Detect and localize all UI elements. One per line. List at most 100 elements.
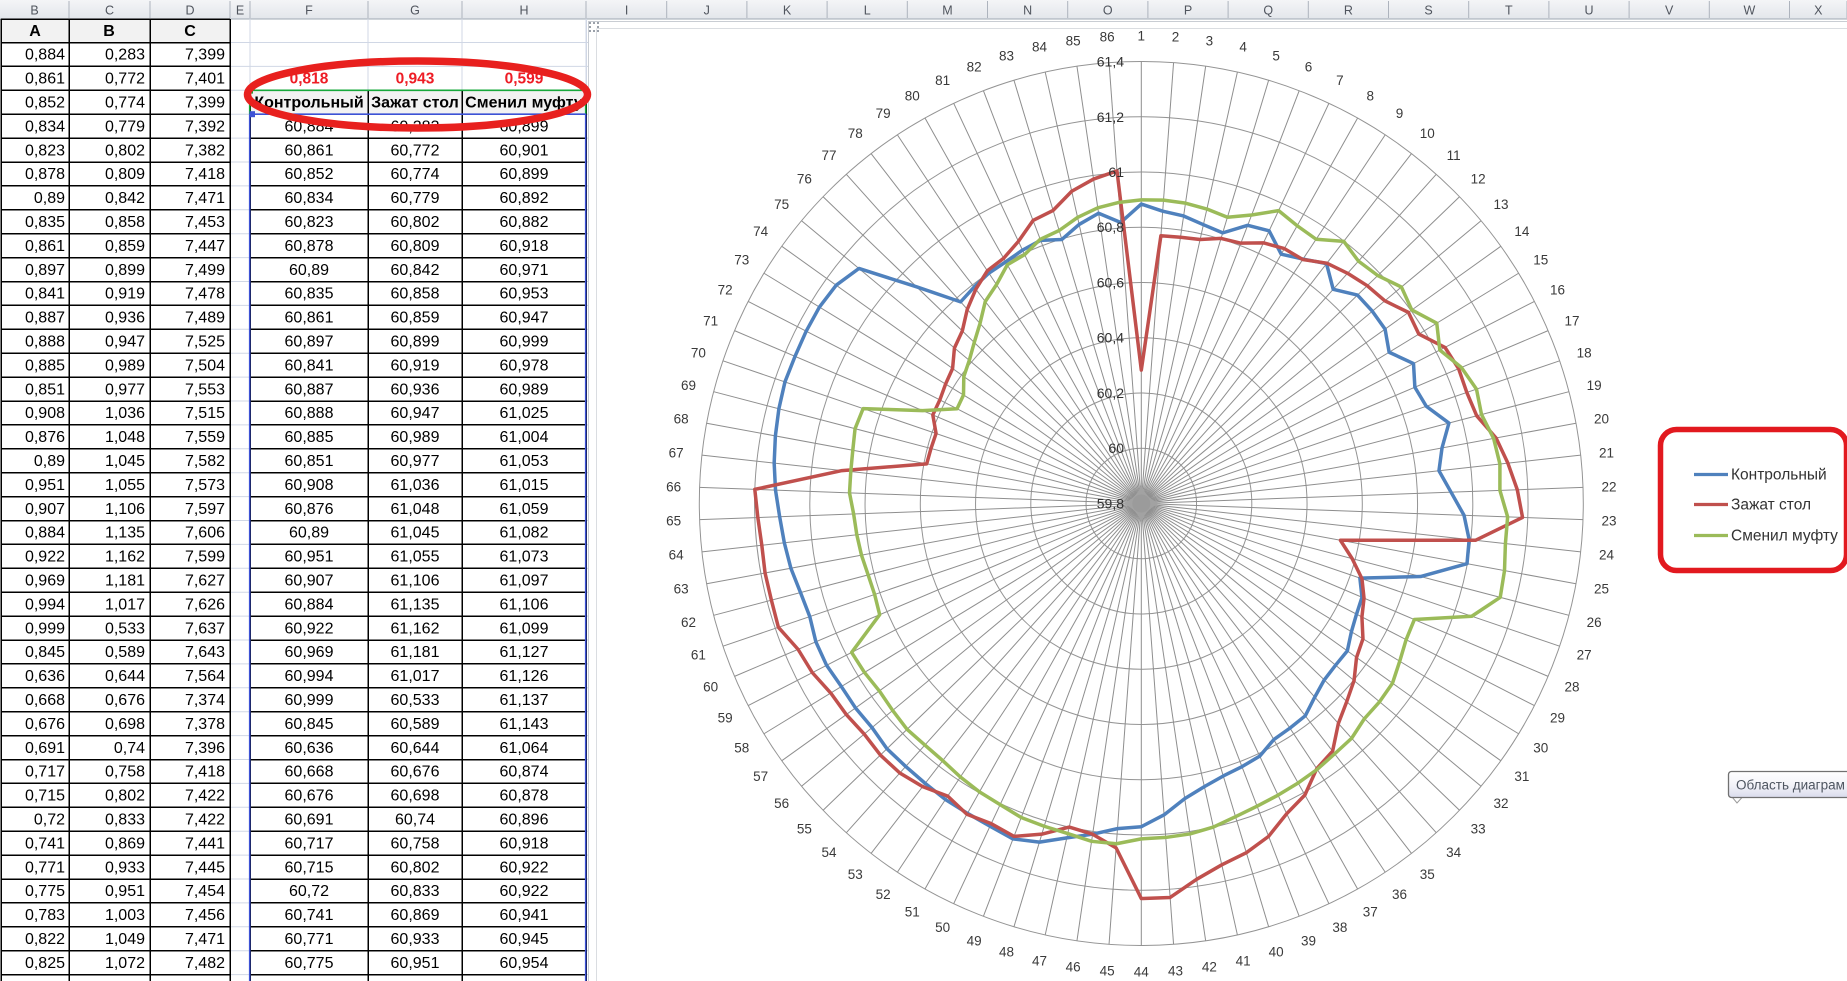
svg-text:60,936: 60,936 bbox=[391, 381, 440, 398]
svg-text:48: 48 bbox=[999, 945, 1014, 960]
svg-text:75: 75 bbox=[774, 197, 789, 212]
svg-text:55: 55 bbox=[797, 821, 812, 836]
svg-text:61,004: 61,004 bbox=[500, 429, 549, 446]
svg-text:7,456: 7,456 bbox=[185, 907, 225, 924]
svg-text:0,644: 0,644 bbox=[105, 668, 145, 685]
svg-text:60,809: 60,809 bbox=[391, 238, 440, 255]
svg-text:58: 58 bbox=[734, 740, 749, 755]
svg-text:13: 13 bbox=[1493, 197, 1508, 212]
svg-text:12: 12 bbox=[1471, 172, 1486, 187]
svg-text:M: M bbox=[942, 4, 952, 18]
svg-text:7,597: 7,597 bbox=[185, 501, 225, 518]
svg-text:6: 6 bbox=[1305, 59, 1313, 74]
svg-text:60,89: 60,89 bbox=[289, 525, 329, 542]
svg-text:27: 27 bbox=[1577, 648, 1592, 663]
svg-text:61,126: 61,126 bbox=[500, 668, 549, 685]
svg-text:0,936: 0,936 bbox=[105, 310, 145, 327]
svg-text:81: 81 bbox=[935, 73, 950, 88]
svg-text:46: 46 bbox=[1066, 960, 1081, 975]
svg-text:Область диаграм: Область диаграм bbox=[1736, 778, 1845, 793]
svg-text:60,947: 60,947 bbox=[500, 310, 549, 327]
svg-text:7,401: 7,401 bbox=[185, 71, 225, 88]
svg-text:Q: Q bbox=[1263, 4, 1273, 18]
svg-text:60,896: 60,896 bbox=[500, 812, 549, 829]
svg-text:4: 4 bbox=[1239, 40, 1247, 55]
svg-text:0,989: 0,989 bbox=[105, 357, 145, 374]
svg-text:60,951: 60,951 bbox=[285, 549, 334, 566]
svg-text:A: A bbox=[29, 23, 41, 40]
svg-text:33: 33 bbox=[1471, 821, 1486, 836]
svg-text:61,135: 61,135 bbox=[391, 596, 440, 613]
svg-text:60,533: 60,533 bbox=[391, 692, 440, 709]
svg-text:0,74: 0,74 bbox=[114, 740, 145, 757]
svg-text:60,901: 60,901 bbox=[500, 142, 549, 159]
svg-text:60,72: 60,72 bbox=[289, 883, 329, 900]
svg-text:7,504: 7,504 bbox=[185, 357, 225, 374]
svg-text:0,834: 0,834 bbox=[25, 118, 65, 135]
svg-text:7,499: 7,499 bbox=[185, 262, 225, 279]
svg-text:47: 47 bbox=[1032, 953, 1047, 968]
svg-text:60,899: 60,899 bbox=[500, 166, 549, 183]
svg-text:0,845: 0,845 bbox=[25, 644, 65, 661]
svg-text:60,644: 60,644 bbox=[391, 740, 440, 757]
svg-text:2: 2 bbox=[1172, 30, 1180, 45]
svg-text:0,922: 0,922 bbox=[25, 549, 65, 566]
svg-text:21: 21 bbox=[1599, 445, 1614, 460]
svg-text:84: 84 bbox=[1032, 40, 1048, 55]
svg-text:0,783: 0,783 bbox=[25, 907, 65, 924]
svg-text:0,899: 0,899 bbox=[105, 262, 145, 279]
svg-text:60,945: 60,945 bbox=[500, 931, 549, 948]
svg-text:0,919: 0,919 bbox=[105, 286, 145, 303]
svg-text:7,422: 7,422 bbox=[185, 788, 225, 805]
svg-text:7,392: 7,392 bbox=[185, 118, 225, 135]
svg-text:60,978: 60,978 bbox=[500, 357, 549, 374]
svg-text:1,003: 1,003 bbox=[105, 907, 145, 924]
svg-text:0,907: 0,907 bbox=[25, 501, 65, 518]
svg-text:60,919: 60,919 bbox=[391, 357, 440, 374]
svg-text:60,874: 60,874 bbox=[500, 764, 549, 781]
svg-text:14: 14 bbox=[1514, 224, 1530, 239]
svg-text:8: 8 bbox=[1367, 88, 1375, 103]
svg-text:61,143: 61,143 bbox=[500, 716, 549, 733]
svg-text:60,834: 60,834 bbox=[285, 190, 334, 207]
svg-text:52: 52 bbox=[876, 887, 891, 902]
svg-text:60,741: 60,741 bbox=[285, 907, 334, 924]
svg-text:61,059: 61,059 bbox=[500, 501, 549, 518]
svg-text:45: 45 bbox=[1100, 963, 1115, 978]
svg-text:60,947: 60,947 bbox=[391, 405, 440, 422]
svg-text:0,774: 0,774 bbox=[105, 95, 145, 112]
svg-text:60,999: 60,999 bbox=[500, 334, 549, 351]
svg-text:60,922: 60,922 bbox=[285, 620, 334, 637]
svg-text:0,859: 0,859 bbox=[105, 238, 145, 255]
svg-text:83: 83 bbox=[999, 48, 1014, 63]
svg-text:61,015: 61,015 bbox=[500, 477, 549, 494]
svg-text:77: 77 bbox=[821, 148, 836, 163]
svg-text:0,825: 0,825 bbox=[25, 955, 65, 972]
svg-text:61,4: 61,4 bbox=[1097, 54, 1124, 70]
svg-text:0,884: 0,884 bbox=[25, 525, 65, 542]
svg-text:1,135: 1,135 bbox=[105, 525, 145, 542]
svg-text:7,422: 7,422 bbox=[185, 812, 225, 829]
svg-text:60,907: 60,907 bbox=[285, 573, 334, 590]
svg-text:D: D bbox=[185, 4, 194, 18]
svg-text:61,181: 61,181 bbox=[391, 644, 440, 661]
svg-text:69: 69 bbox=[681, 378, 696, 393]
svg-text:32: 32 bbox=[1493, 796, 1508, 811]
svg-text:7,582: 7,582 bbox=[185, 453, 225, 470]
svg-text:23: 23 bbox=[1601, 514, 1616, 529]
svg-text:79: 79 bbox=[876, 106, 891, 121]
svg-text:60,884: 60,884 bbox=[285, 596, 334, 613]
svg-text:70: 70 bbox=[691, 345, 706, 360]
svg-text:61,064: 61,064 bbox=[500, 740, 549, 757]
svg-text:53: 53 bbox=[848, 867, 863, 882]
svg-text:0,772: 0,772 bbox=[105, 71, 145, 88]
svg-text:60,845: 60,845 bbox=[285, 716, 334, 733]
svg-text:0,589: 0,589 bbox=[105, 644, 145, 661]
svg-text:0,885: 0,885 bbox=[25, 357, 65, 374]
svg-text:26: 26 bbox=[1587, 615, 1602, 630]
svg-text:34: 34 bbox=[1446, 845, 1462, 860]
svg-text:7,441: 7,441 bbox=[185, 835, 225, 852]
svg-text:61,055: 61,055 bbox=[391, 549, 440, 566]
svg-text:0,969: 0,969 bbox=[25, 573, 65, 590]
svg-text:38: 38 bbox=[1332, 920, 1347, 935]
